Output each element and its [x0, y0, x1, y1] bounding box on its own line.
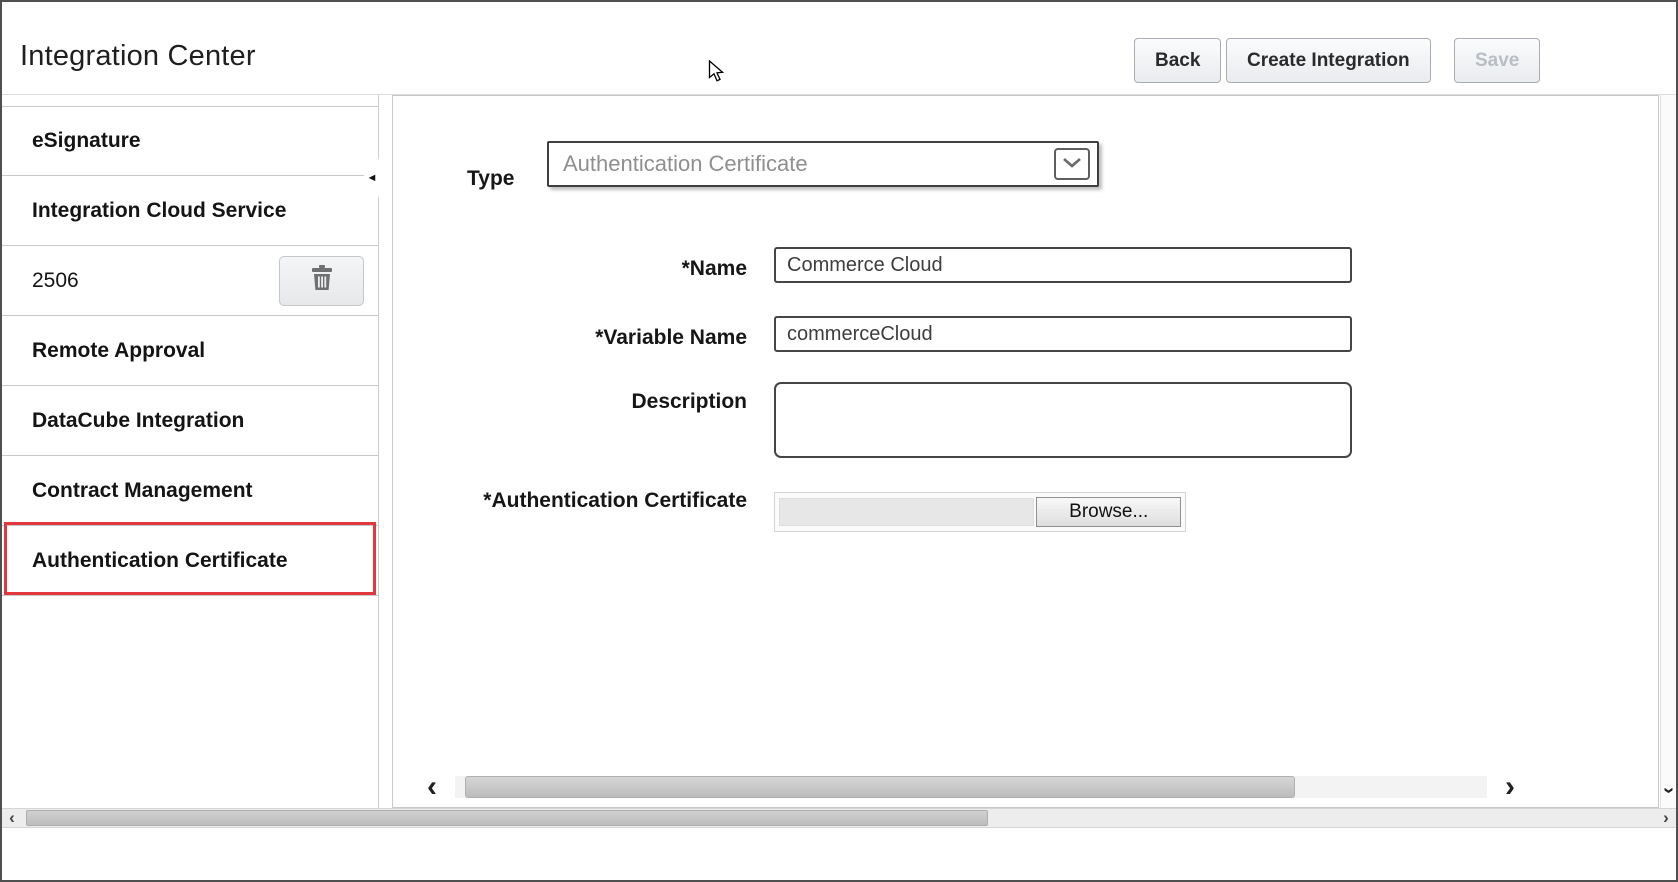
sidebar: eSignature Integration Cloud Service 250…: [2, 95, 379, 808]
integration-center-window: Integration Center Back Create Integrati…: [0, 0, 1678, 882]
variable-name-input[interactable]: [774, 316, 1352, 352]
variable-name-label: *Variable Name: [467, 325, 747, 351]
sidebar-item-integration-cloud-service[interactable]: Integration Cloud Service: [2, 176, 378, 246]
back-button[interactable]: Back: [1134, 38, 1221, 83]
authentication-certificate-label: *Authentication Certificate: [467, 488, 747, 514]
header: Integration Center Back Create Integrati…: [2, 2, 1676, 95]
sidebar-item-contract-management[interactable]: Contract Management: [2, 456, 378, 526]
scroll-left-button[interactable]: ‹: [421, 772, 443, 802]
window-horizontal-scrollbar: ‹ ›: [2, 808, 1676, 828]
sidebar-item-2506[interactable]: 2506: [2, 246, 378, 316]
sidebar-item-esignature[interactable]: eSignature: [2, 106, 378, 176]
sidebar-item-label: DataCube Integration: [32, 409, 244, 433]
chevron-down-icon: ›: [1658, 787, 1678, 794]
scroll-right-button[interactable]: ›: [1499, 772, 1521, 802]
collapse-left-icon: ◄: [367, 172, 378, 184]
description-label: Description: [467, 389, 747, 415]
content-scrollbar-track[interactable]: [455, 776, 1487, 798]
page-title: Integration Center: [20, 42, 256, 71]
type-select-value: Authentication Certificate: [563, 143, 808, 185]
scroll-down-button[interactable]: ›: [1657, 783, 1678, 798]
window-scroll-right-button[interactable]: ›: [1656, 809, 1676, 827]
name-input[interactable]: [774, 247, 1352, 283]
sidebar-item-remote-approval[interactable]: Remote Approval: [2, 316, 378, 386]
mouse-cursor-icon: [708, 60, 725, 88]
sidebar-item-label: Remote Approval: [32, 339, 205, 363]
sidebar-item-datacube-integration[interactable]: DataCube Integration: [2, 386, 378, 456]
type-label: Type: [467, 166, 514, 192]
content-scrollbar-thumb[interactable]: [465, 776, 1295, 798]
window-scrollbar-thumb[interactable]: [26, 810, 988, 826]
chevron-right-icon: ›: [1663, 808, 1669, 828]
type-select-arrow-button[interactable]: [1054, 148, 1090, 180]
certificate-file-field[interactable]: [779, 498, 1034, 526]
description-textarea[interactable]: [774, 382, 1352, 458]
sidebar-item-authentication-certificate[interactable]: Authentication Certificate: [2, 526, 378, 596]
sidebar-item-label: Integration Cloud Service: [32, 199, 286, 223]
save-button: Save: [1454, 38, 1540, 83]
window-scroll-left-button[interactable]: ‹: [2, 809, 22, 827]
chevron-right-icon: ›: [1505, 770, 1515, 803]
chevron-left-icon: ‹: [9, 808, 15, 828]
chevron-left-icon: ‹: [427, 770, 437, 803]
sidebar-collapse-handle[interactable]: ◄: [364, 159, 380, 197]
sidebar-item-label: eSignature: [32, 129, 141, 153]
type-select[interactable]: Authentication Certificate: [547, 141, 1099, 187]
vertical-scrollbar[interactable]: ›: [1660, 95, 1676, 808]
trash-icon: [311, 265, 333, 297]
sidebar-item-label: Authentication Certificate: [32, 549, 288, 573]
name-label: *Name: [467, 256, 747, 282]
create-integration-button[interactable]: Create Integration: [1226, 38, 1431, 83]
window-scrollbar-track[interactable]: [22, 809, 1656, 827]
certificate-file-input: Browse...: [774, 492, 1186, 532]
content-horizontal-scrollbar: ‹ ›: [421, 772, 1521, 802]
sidebar-list: eSignature Integration Cloud Service 250…: [2, 106, 378, 596]
chevron-down-icon: [1062, 155, 1082, 173]
sidebar-item-label: Contract Management: [32, 479, 253, 503]
delete-button[interactable]: [279, 256, 364, 306]
browse-button[interactable]: Browse...: [1036, 497, 1181, 527]
sidebar-item-label: 2506: [32, 269, 79, 293]
main-panel: Type Authentication Certificate *Name *V…: [392, 95, 1659, 808]
